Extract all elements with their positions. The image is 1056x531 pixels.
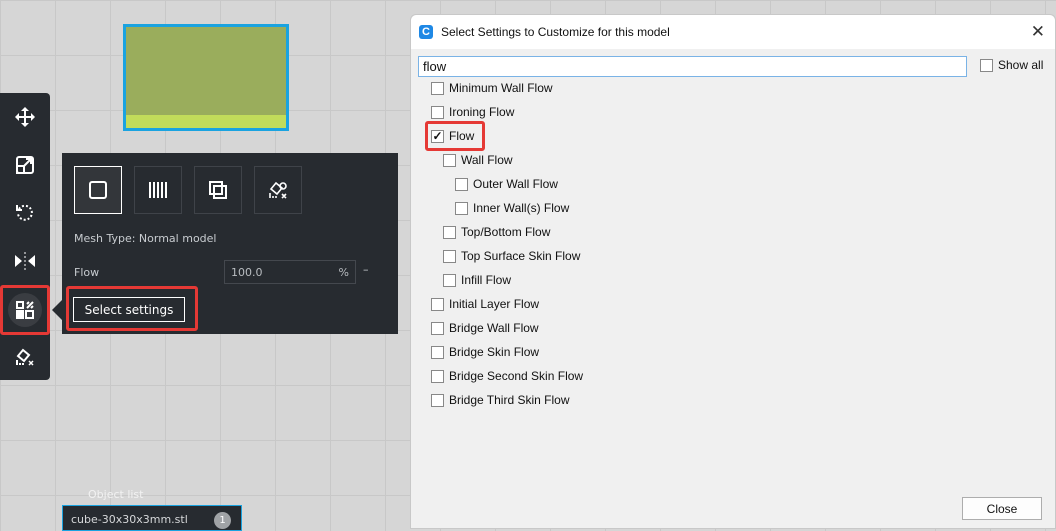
flow-unit: % <box>338 266 349 279</box>
setting-item[interactable]: Outer Wall Flow <box>455 176 558 192</box>
setting-label: Top Surface Skin Flow <box>461 249 581 263</box>
setting-item[interactable]: Infill Flow <box>443 272 511 288</box>
scale-icon <box>16 156 34 174</box>
setting-item[interactable]: Bridge Second Skin Flow <box>431 368 583 384</box>
flow-value: 100.0 <box>231 266 263 279</box>
mesh-type-normal-button[interactable] <box>74 166 122 214</box>
rotate-tool-button[interactable] <box>0 189 50 237</box>
dialog-titlebar: C Select Settings to Customize for this m… <box>411 15 1055 49</box>
setting-item[interactable]: Top Surface Skin Flow <box>443 248 580 264</box>
cura-logo-icon: C <box>419 25 433 39</box>
show-all-label: Show all <box>998 58 1044 72</box>
tool-toolbar <box>0 93 50 380</box>
per-model-settings-tool-button[interactable] <box>0 285 50 335</box>
dialog-title: Select Settings to Customize for this mo… <box>441 25 670 39</box>
rotate-icon <box>16 204 33 221</box>
mesh-type-overlap-button[interactable] <box>194 166 242 214</box>
square-icon <box>89 181 107 199</box>
mirror-icon <box>15 252 35 270</box>
setting-item[interactable]: Bridge Third Skin Flow <box>431 392 570 408</box>
close-icon[interactable]: ✕ <box>1031 22 1045 42</box>
move-icon <box>15 107 35 127</box>
checkbox[interactable] <box>431 393 444 407</box>
setting-label: Minimum Wall Flow <box>449 81 553 95</box>
setting-item[interactable]: Top/Bottom Flow <box>443 224 550 240</box>
setting-item[interactable]: Wall Flow <box>443 152 513 168</box>
setting-item[interactable]: Bridge Skin Flow <box>431 344 539 360</box>
setting-label: Ironing Flow <box>449 105 515 119</box>
setting-item[interactable]: Ironing Flow <box>431 104 514 120</box>
cube-model[interactable] <box>123 24 289 131</box>
setting-item[interactable]: Inner Wall(s) Flow <box>455 200 569 216</box>
reset-flow-button[interactable]: – <box>363 263 369 276</box>
setting-label: Outer Wall Flow <box>473 177 558 191</box>
setting-item[interactable]: Minimum Wall Flow <box>431 80 553 96</box>
object-list-label[interactable]: Object list <box>88 488 143 501</box>
object-filename: cube-30x30x3mm.stl <box>71 513 188 526</box>
highlight-box <box>425 121 485 151</box>
checkbox[interactable] <box>455 177 468 191</box>
checkbox[interactable] <box>431 297 444 311</box>
setting-label: Bridge Skin Flow <box>449 345 540 359</box>
scale-tool-button[interactable] <box>0 141 50 189</box>
setting-label: Top/Bottom Flow <box>461 225 551 239</box>
settings-search-input[interactable] <box>418 56 967 77</box>
mesh-type-label: Mesh Type: Normal model <box>74 232 217 245</box>
show-all-checkbox[interactable]: Show all <box>980 58 1043 72</box>
mesh-type-support-blocker-button[interactable] <box>254 166 302 214</box>
per-model-settings-icon <box>16 301 34 319</box>
object-list-item[interactable]: cube-30x30x3mm.stl 1 <box>62 505 242 531</box>
panel-pointer <box>52 300 62 320</box>
setting-label: Inner Wall(s) Flow <box>473 201 570 215</box>
infill-lines-icon <box>149 182 167 198</box>
setting-item[interactable]: Initial Layer Flow <box>431 296 539 312</box>
close-button[interactable]: Close <box>962 497 1042 520</box>
setting-label: Bridge Second Skin Flow <box>449 369 584 383</box>
setting-label: Bridge Wall Flow <box>449 321 539 335</box>
checkbox[interactable] <box>431 345 444 359</box>
cube-top-face <box>126 115 286 128</box>
mirror-tool-button[interactable] <box>0 237 50 285</box>
checkbox[interactable] <box>431 105 444 119</box>
support-blocker-icon <box>269 181 287 199</box>
mesh-type-infill-button[interactable] <box>134 166 182 214</box>
checkbox[interactable] <box>431 81 444 95</box>
select-settings-button[interactable]: Select settings <box>73 297 185 322</box>
per-model-settings-panel: Mesh Type: Normal model Flow 100.0% – Se… <box>62 153 398 334</box>
checkbox[interactable] <box>443 249 456 263</box>
setting-label: Infill Flow <box>461 273 512 287</box>
checkbox[interactable] <box>455 201 468 215</box>
select-settings-dialog: C Select Settings to Customize for this m… <box>410 14 1056 529</box>
setting-label: Initial Layer Flow <box>449 297 540 311</box>
checkbox[interactable] <box>443 225 456 239</box>
checkbox[interactable] <box>431 369 444 383</box>
object-count-badge: 1 <box>214 512 231 529</box>
checkbox[interactable] <box>443 273 456 287</box>
setting-label: Bridge Third Skin Flow <box>449 393 570 407</box>
setting-label: Wall Flow <box>461 153 513 167</box>
checkbox[interactable] <box>443 153 456 167</box>
flow-input[interactable]: 100.0% <box>224 260 356 284</box>
support-blocker-icon <box>16 348 34 366</box>
overlap-squares-icon <box>209 181 227 199</box>
support-blocker-tool-button[interactable] <box>0 333 50 381</box>
flow-label: Flow <box>74 266 100 279</box>
checkbox[interactable] <box>431 321 444 335</box>
checkbox[interactable] <box>980 58 993 72</box>
setting-item[interactable]: Bridge Wall Flow <box>431 320 539 336</box>
move-tool-button[interactable] <box>0 93 50 141</box>
